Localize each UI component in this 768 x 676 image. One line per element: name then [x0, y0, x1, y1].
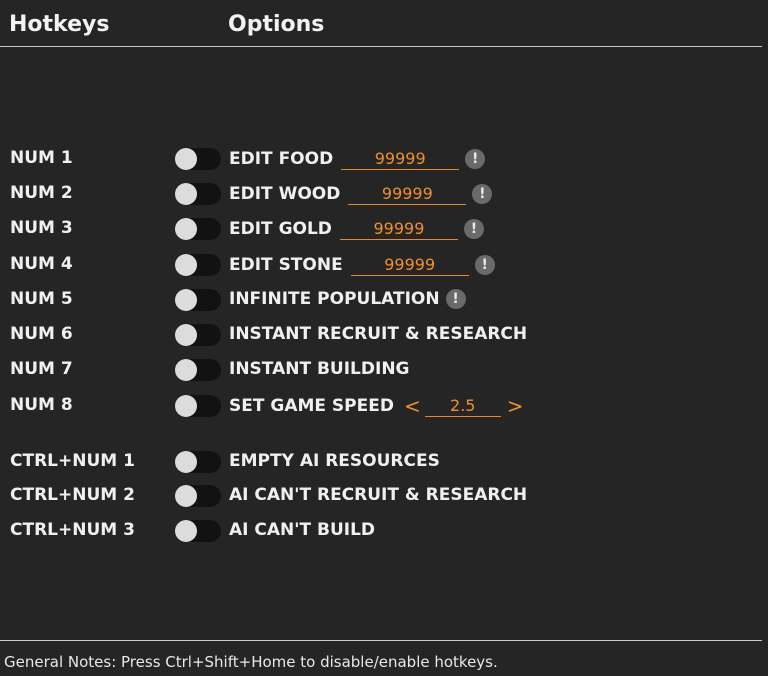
- hotkey-row-edit-food: NUM 1 EDIT FOOD !: [0, 145, 760, 173]
- hotkey-row-instant-recruit: NUM 6 INSTANT RECRUIT & RESEARCH: [0, 321, 760, 349]
- instant-building-toggle[interactable]: [175, 359, 221, 381]
- decrease-speed-button[interactable]: <: [404, 395, 421, 417]
- hotkey-row-edit-gold: NUM 3 EDIT GOLD !: [0, 215, 760, 243]
- toggle-knob: [175, 183, 197, 205]
- option-label: EMPTY AI RESOURCES: [229, 451, 440, 471]
- hotkey-row-infinite-population: NUM 5 INFINITE POPULATION !: [0, 286, 760, 314]
- option-label: EDIT GOLD: [229, 219, 332, 239]
- edit-wood-toggle[interactable]: [175, 183, 221, 205]
- hotkey-row-edit-wood: NUM 2 EDIT WOOD !: [0, 180, 760, 208]
- option-label: INSTANT RECRUIT & RESEARCH: [229, 324, 528, 344]
- toggle-knob: [175, 289, 197, 311]
- toggle-knob: [175, 395, 197, 417]
- info-icon[interactable]: !: [472, 184, 493, 204]
- toggle-knob: [175, 148, 197, 170]
- option-edit-food: EDIT FOOD !: [229, 148, 486, 170]
- gold-value-input[interactable]: [339, 218, 458, 240]
- general-notes: General Notes: Press Ctrl+Shift+Home to …: [4, 653, 498, 671]
- toggle-knob: [175, 218, 197, 240]
- edit-stone-toggle[interactable]: [175, 254, 221, 276]
- hotkey-row-empty-ai-resources: CTRL+NUM 1 EMPTY AI RESOURCES: [0, 448, 760, 476]
- instant-recruit-toggle[interactable]: [175, 324, 221, 346]
- option-label: AI CAN'T RECRUIT & RESEARCH: [229, 485, 528, 505]
- option-label: SET GAME SPEED: [229, 396, 394, 416]
- hotkey-label: NUM 6: [10, 324, 73, 344]
- option-empty-ai-resources: EMPTY AI RESOURCES: [229, 451, 440, 471]
- hotkey-label: NUM 3: [10, 218, 73, 238]
- option-label: EDIT STONE: [229, 255, 343, 275]
- empty-ai-resources-toggle[interactable]: [175, 451, 221, 473]
- hotkey-label: NUM 5: [10, 289, 73, 309]
- option-edit-stone: EDIT STONE !: [229, 254, 495, 276]
- option-edit-gold: EDIT GOLD !: [229, 218, 484, 240]
- toggle-knob: [175, 520, 197, 542]
- food-value-input[interactable]: [341, 148, 460, 170]
- info-icon[interactable]: !: [445, 289, 466, 309]
- option-game-speed: SET GAME SPEED < 2.5 >: [229, 395, 524, 417]
- hotkey-label: CTRL+NUM 2: [10, 485, 135, 505]
- option-ai-cant-recruit: AI CAN'T RECRUIT & RESEARCH: [229, 485, 527, 505]
- option-label: INSTANT BUILDING: [229, 359, 410, 379]
- header: Hotkeys Options: [0, 0, 762, 47]
- game-speed-value[interactable]: 2.5: [424, 395, 501, 417]
- ai-cant-build-toggle[interactable]: [175, 520, 221, 542]
- hotkey-label: NUM 8: [10, 395, 73, 415]
- hotkey-label: NUM 1: [10, 148, 73, 168]
- hotkey-row-ai-cant-build: CTRL+NUM 3 AI CAN'T BUILD: [0, 517, 760, 545]
- info-icon[interactable]: !: [463, 219, 484, 239]
- hotkey-label: NUM 4: [10, 254, 73, 274]
- edit-gold-toggle[interactable]: [175, 218, 221, 240]
- option-label: AI CAN'T BUILD: [229, 520, 376, 540]
- infinite-population-toggle[interactable]: [175, 289, 221, 311]
- toggle-knob: [175, 254, 197, 276]
- footer: General Notes: Press Ctrl+Shift+Home to …: [0, 640, 762, 676]
- edit-food-toggle[interactable]: [175, 148, 221, 170]
- info-icon[interactable]: !: [474, 255, 495, 275]
- ai-cant-recruit-toggle[interactable]: [175, 485, 221, 507]
- hotkey-row-game-speed: NUM 8 SET GAME SPEED < 2.5 >: [0, 392, 760, 420]
- hotkey-row-ai-cant-recruit: CTRL+NUM 2 AI CAN'T RECRUIT & RESEARCH: [0, 482, 760, 510]
- option-ai-cant-build: AI CAN'T BUILD: [229, 520, 375, 540]
- hotkey-row-edit-stone: NUM 4 EDIT STONE !: [0, 251, 760, 279]
- toggle-knob: [175, 324, 197, 346]
- toggle-knob: [175, 451, 197, 473]
- hotkey-label: CTRL+NUM 1: [10, 451, 135, 471]
- wood-value-input[interactable]: [348, 183, 467, 205]
- option-label: EDIT FOOD: [229, 149, 334, 169]
- hotkey-label: NUM 2: [10, 183, 73, 203]
- option-instant-building: INSTANT BUILDING: [229, 359, 410, 379]
- option-edit-wood: EDIT WOOD !: [229, 183, 493, 205]
- toggle-knob: [175, 485, 197, 507]
- game-speed-toggle[interactable]: [175, 395, 221, 417]
- option-label: INFINITE POPULATION: [229, 289, 440, 309]
- hotkey-row-instant-building: NUM 7 INSTANT BUILDING: [0, 356, 760, 384]
- option-label: EDIT WOOD: [229, 184, 341, 204]
- increase-speed-button[interactable]: >: [507, 395, 524, 417]
- option-infinite-population: INFINITE POPULATION !: [229, 289, 466, 309]
- options-heading: Options: [228, 12, 325, 37]
- hotkeys-heading: Hotkeys: [9, 12, 110, 37]
- hotkey-label: NUM 7: [10, 359, 73, 379]
- toggle-knob: [175, 359, 197, 381]
- info-icon[interactable]: !: [465, 149, 486, 169]
- stone-value-input[interactable]: [350, 254, 469, 276]
- option-instant-recruit: INSTANT RECRUIT & RESEARCH: [229, 324, 527, 344]
- hotkey-label: CTRL+NUM 3: [10, 520, 135, 540]
